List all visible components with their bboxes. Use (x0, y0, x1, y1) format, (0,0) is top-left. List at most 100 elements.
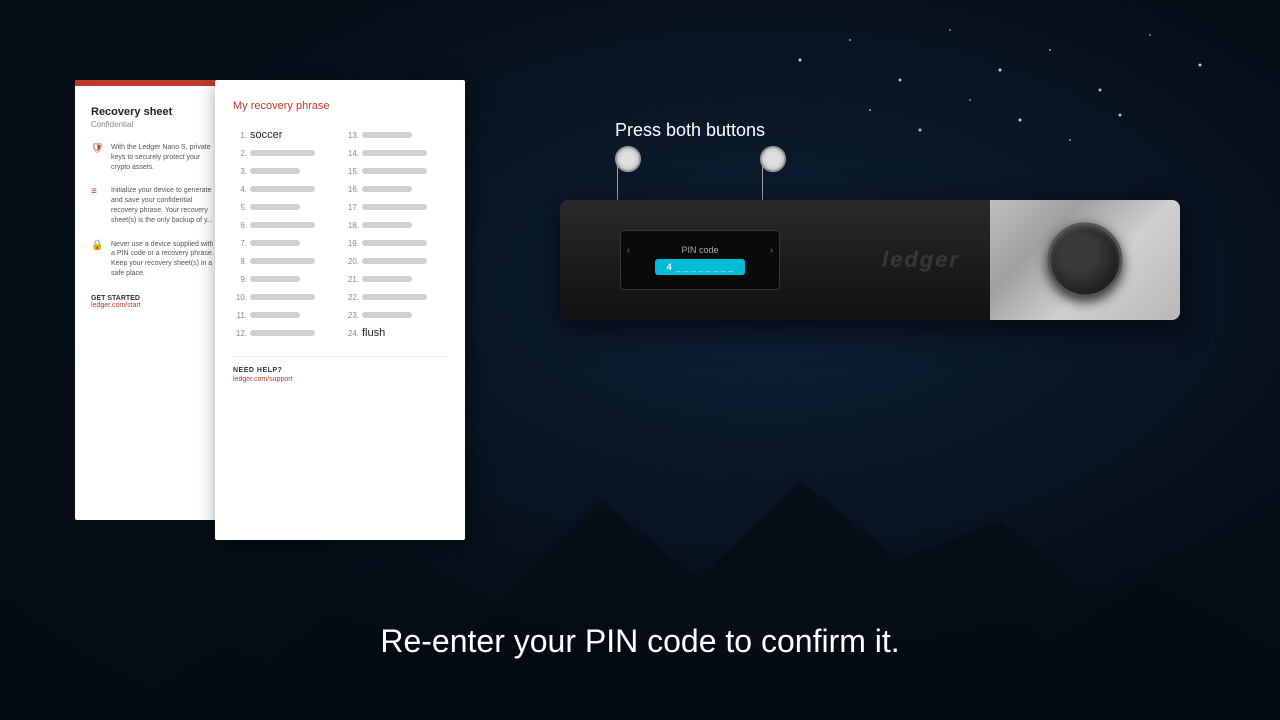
word-entry-7: 7. (233, 234, 335, 252)
word-entry-2: 2. (233, 144, 335, 162)
word-blur-8 (250, 258, 315, 264)
word-entry-12: 12. (233, 324, 335, 342)
card-title: My recovery phrase (233, 100, 447, 112)
get-started-link: ledger.com/start (91, 302, 219, 309)
device-button-left[interactable] (615, 146, 641, 172)
sheet-subtitle: Confidential (91, 120, 219, 129)
section-text-1: With the Ledger Nano S, private keys to … (111, 143, 219, 172)
word-blur-15 (362, 168, 427, 174)
word-num-13: 13. (345, 131, 359, 140)
word-blur-10 (250, 294, 315, 300)
word-num-20: 20. (345, 257, 359, 266)
scroll-wheel[interactable] (1048, 223, 1123, 298)
device-body: ledger ‹ PIN code › 4 _ _ _ _ _ _ _ _ (560, 200, 1180, 320)
word-entry-1: 1. soccer (233, 126, 335, 144)
word-num-19: 19. (345, 239, 359, 248)
pin-char-4: 4 (667, 262, 672, 272)
sheet-section-3: 🔒 Never use a device supplied with a PIN… (91, 240, 219, 279)
word-entry-10: 10. (233, 288, 335, 306)
word-num-22: 22. (345, 293, 359, 302)
word-text-24: flush (362, 327, 385, 339)
ledger-device: ledger ‹ PIN code › 4 _ _ _ _ _ _ _ _ (540, 160, 1200, 380)
device-button-right[interactable] (760, 146, 786, 172)
word-entry-8: 8. (233, 252, 335, 270)
shield-icon: 🛡 (91, 143, 105, 157)
screen-label: PIN code (681, 245, 718, 255)
word-num-9: 9. (233, 275, 247, 284)
word-num-16: 16. (345, 185, 359, 194)
list-icon: ≡ (91, 186, 105, 200)
need-help-section: NEED HELP? ledger.com/support (233, 356, 447, 383)
device-silver-cap (990, 200, 1180, 320)
word-entry-19: 19. (345, 234, 447, 252)
word-num-4: 4. (233, 185, 247, 194)
word-blur-23 (362, 312, 412, 318)
word-blur-7 (250, 240, 300, 246)
red-bar (75, 80, 235, 86)
word-blur-4 (250, 186, 315, 192)
word-num-6: 6. (233, 221, 247, 230)
word-num-23: 23. (345, 311, 359, 320)
subtitle: Re-enter your PIN code to confirm it. (0, 623, 1280, 660)
word-num-7: 7. (233, 239, 247, 248)
word-entry-21: 21. (345, 270, 447, 288)
word-grid: 1. soccer 2. 3. 4. 5. 6. (233, 126, 447, 342)
word-num-5: 5. (233, 203, 247, 212)
word-num-18: 18. (345, 221, 359, 230)
sheet-section-2: ≡ Initialize your device to generate and… (91, 186, 219, 225)
device-screen: ‹ PIN code › 4 _ _ _ _ _ _ _ _ (620, 230, 780, 290)
word-blur-3 (250, 168, 300, 174)
sheet-section-1: 🛡 With the Ledger Nano S, private keys t… (91, 143, 219, 172)
word-num-1: 1. (233, 131, 247, 140)
word-blur-20 (362, 258, 427, 264)
word-entry-6: 6. (233, 216, 335, 234)
word-blur-14 (362, 150, 427, 156)
section-text-2: Initialize your device to generate and s… (111, 186, 219, 225)
word-blur-18 (362, 222, 412, 228)
word-blur-9 (250, 276, 300, 282)
word-num-2: 2. (233, 149, 247, 158)
word-entry-9: 9. (233, 270, 335, 288)
need-help-title: NEED HELP? (233, 367, 447, 374)
pin-bar: 4 _ _ _ _ _ _ _ _ (655, 259, 746, 275)
word-blur-13 (362, 132, 412, 138)
subtitle-text: Re-enter your PIN code to confirm it. (380, 623, 899, 659)
word-entry-4: 4. (233, 180, 335, 198)
press-buttons-label: Press both buttons (540, 120, 840, 141)
word-entry-23: 23. (345, 306, 447, 324)
word-entry-18: 18. (345, 216, 447, 234)
ledger-logo: ledger (882, 247, 960, 273)
lock-icon: 🔒 (91, 240, 105, 254)
word-entry-24: 24. flush (345, 324, 447, 342)
sheet-title: Recovery sheet (91, 106, 219, 118)
arrow-left-icon: ‹ (627, 245, 630, 255)
arrow-right-icon: › (770, 245, 773, 255)
word-entry-17: 17. (345, 198, 447, 216)
recovery-sheet-background: Recovery sheet Confidential 🛡 With the L… (75, 80, 235, 520)
word-blur-11 (250, 312, 300, 318)
word-num-3: 3. (233, 167, 247, 176)
word-entry-3: 3. (233, 162, 335, 180)
word-entry-20: 20. (345, 252, 447, 270)
word-blur-16 (362, 186, 412, 192)
word-entry-14: 14. (345, 144, 447, 162)
word-text-1: soccer (250, 129, 282, 141)
word-num-14: 14. (345, 149, 359, 158)
word-blur-12 (250, 330, 315, 336)
word-blur-17 (362, 204, 427, 210)
word-entry-16: 16. (345, 180, 447, 198)
get-started-label: GET STARTED (91, 295, 219, 302)
need-help-link: ledger.com/support (233, 376, 447, 383)
word-blur-22 (362, 294, 427, 300)
word-entry-13: 13. (345, 126, 447, 144)
word-entry-22: 22. (345, 288, 447, 306)
pin-dash: _ _ _ _ _ _ _ _ (676, 262, 734, 272)
word-num-21: 21. (345, 275, 359, 284)
word-num-12: 12. (233, 329, 247, 338)
word-blur-6 (250, 222, 315, 228)
word-blur-2 (250, 150, 315, 156)
word-num-24: 24. (345, 329, 359, 338)
word-blur-21 (362, 276, 412, 282)
word-num-17: 17. (345, 203, 359, 212)
word-num-15: 15. (345, 167, 359, 176)
